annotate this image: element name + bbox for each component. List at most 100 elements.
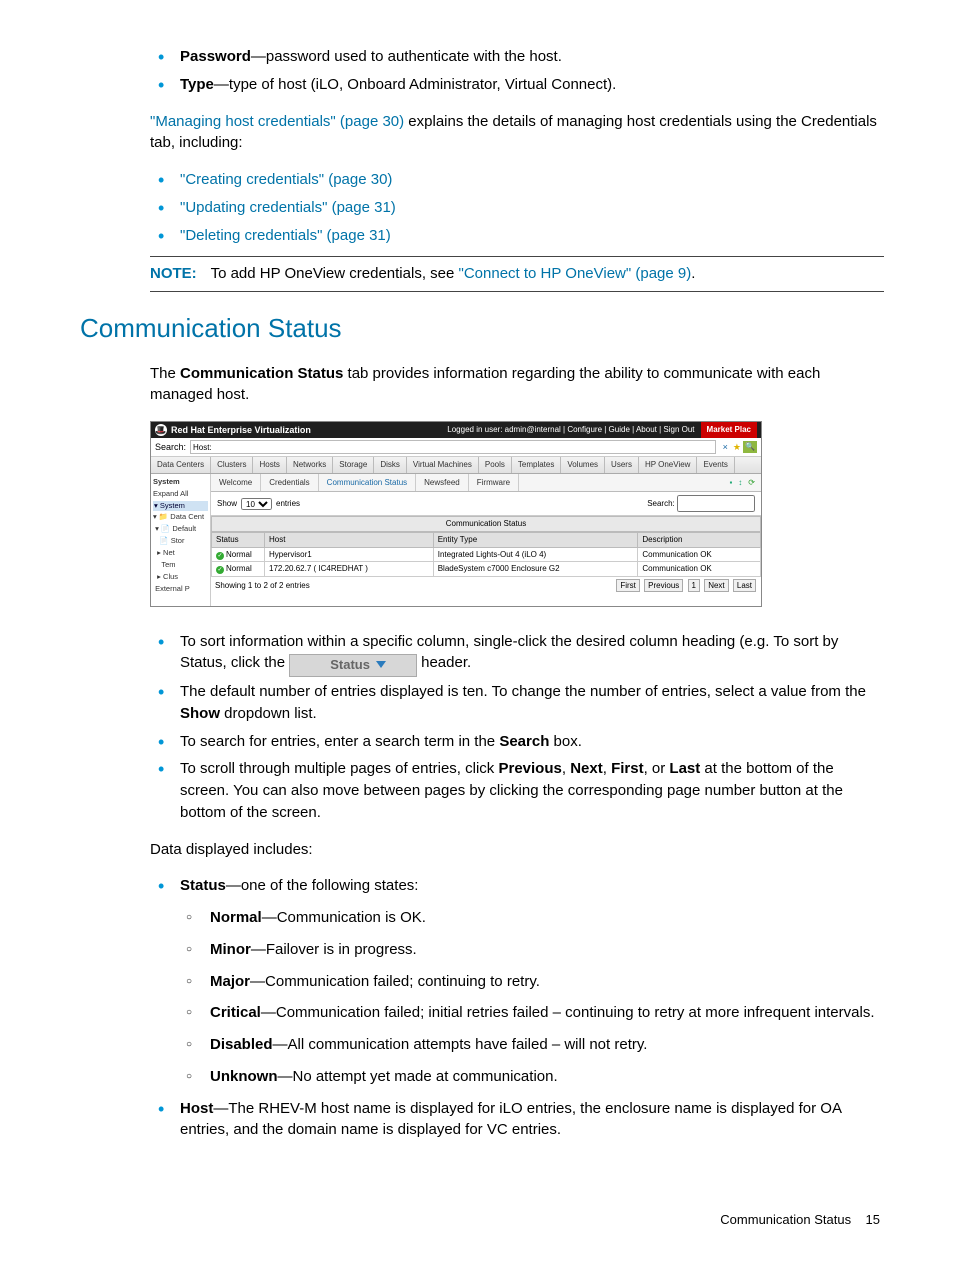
ss-title: Red Hat Enterprise Virtualization — [171, 424, 311, 437]
col-description[interactable]: Description — [638, 532, 761, 547]
deleting-credentials-link[interactable]: "Deleting credentials" (page 31) — [180, 227, 391, 244]
managing-credentials-link[interactable]: "Managing host credentials" (page 30) — [150, 113, 404, 130]
tab-virtual-machines[interactable]: Virtual Machines — [407, 457, 479, 473]
table-search-label: Search: — [647, 499, 675, 508]
page-footer: Communication Status 15 — [70, 1211, 884, 1230]
intro-bullets: Password—password used to authenticate w… — [150, 46, 884, 246]
section-para-bold: Communication Status — [180, 365, 343, 382]
subtab-welcome[interactable]: Welcome — [211, 474, 261, 492]
table-row[interactable]: ✓Normal 172.20.62.7 ( IC4REDHAT ) BladeS… — [212, 562, 761, 577]
section-heading: Communication Status — [80, 310, 884, 348]
ss-login-info[interactable]: Logged in user: admin@internal | Configu… — [447, 424, 694, 436]
usage-sort-pre: To sort information within a specific co… — [180, 633, 838, 672]
col-host[interactable]: Host — [265, 532, 434, 547]
tab-networks[interactable]: Networks — [287, 457, 333, 473]
sidebar-item[interactable]: Tem — [153, 560, 208, 571]
tab-templates[interactable]: Templates — [512, 457, 561, 473]
state-critical: Critical—Communication failed; initial r… — [210, 1002, 884, 1024]
tab-volumes[interactable]: Volumes — [561, 457, 605, 473]
sidebar-item[interactable]: External P — [153, 584, 208, 595]
table-row[interactable]: ✓Normal Hypervisor1 Integrated Lights-Ou… — [212, 547, 761, 562]
sidebar-item[interactable]: 📄 Stor — [153, 536, 208, 547]
state-unknown: Unknown—No attempt yet made at communica… — [210, 1066, 884, 1088]
subtab-comm-status[interactable]: Communication Status — [319, 474, 416, 492]
chevron-down-icon — [376, 661, 386, 668]
tab-data-centers[interactable]: Data Centers — [151, 457, 211, 473]
usage-default: The default number of entries displayed … — [180, 681, 884, 725]
updating-credentials-link[interactable]: "Updating credentials" (page 31) — [180, 199, 396, 216]
subtab-firmware[interactable]: Firmware — [469, 474, 519, 492]
usage-section: To sort information within a specific co… — [150, 631, 884, 1142]
search-go-icon[interactable]: 🔍 — [743, 441, 757, 453]
sidebar: System Expand All ▾ System ▾ 📁 Data Cent… — [151, 474, 211, 606]
pager-previous[interactable]: Previous — [644, 579, 683, 593]
sidebar-item[interactable]: ▾ 📄 Default — [153, 524, 208, 535]
tab-users[interactable]: Users — [605, 457, 639, 473]
table-footer: Showing 1 to 2 of 2 entries First Previo… — [211, 577, 761, 595]
subtab-credentials[interactable]: Credentials — [261, 474, 318, 492]
sidebar-system: System — [153, 477, 208, 488]
status-ok-icon: ✓ — [216, 566, 224, 574]
col-entity-type[interactable]: Entity Type — [433, 532, 638, 547]
data-includes-para: Data displayed includes: — [150, 839, 884, 861]
search-label: Search: — [155, 441, 186, 454]
sidebar-item[interactable]: ▾ 📁 Data Cent — [153, 512, 208, 523]
tab-pools[interactable]: Pools — [479, 457, 512, 473]
pager-first[interactable]: First — [616, 579, 640, 593]
pager-next[interactable]: Next — [704, 579, 728, 593]
tab-events[interactable]: Events — [697, 457, 734, 473]
embedded-screenshot: 🎩 Red Hat Enterprise Virtualization Logg… — [150, 421, 762, 606]
sidebar-expand-all[interactable]: Expand All — [153, 489, 208, 500]
usage-sort-post: header. — [421, 654, 471, 671]
type-text: —type of host (iLO, Onboard Administrato… — [214, 76, 616, 93]
tab-disks[interactable]: Disks — [374, 457, 407, 473]
status-header-chip: Status — [289, 654, 417, 677]
tab-hosts[interactable]: Hosts — [253, 457, 286, 473]
note-link[interactable]: "Connect to HP OneView" (page 9) — [459, 265, 692, 282]
note-box: NOTE: To add HP OneView credentials, see… — [150, 256, 884, 292]
pager-last[interactable]: Last — [733, 579, 756, 593]
main-tabs: Data Centers Clusters Hosts Networks Sto… — [151, 457, 761, 474]
password-text: —password used to authenticate with the … — [251, 48, 562, 65]
state-major: Major—Communication failed; continuing t… — [210, 971, 884, 993]
tab-storage[interactable]: Storage — [333, 457, 374, 473]
search-input[interactable] — [190, 440, 716, 454]
usage-scroll: To scroll through multiple pages of entr… — [180, 758, 884, 823]
status-bullet: Status—one of the following states: Norm… — [180, 875, 884, 1087]
type-label: Type — [180, 76, 214, 93]
status-ok-icon: ✓ — [216, 552, 224, 560]
redhat-icon: 🎩 — [155, 424, 167, 436]
sidebar-item[interactable]: ▸ Net — [153, 548, 208, 559]
star-icon[interactable]: ★ — [733, 441, 741, 454]
bullet-type: Type—type of host (iLO, Onboard Administ… — [180, 74, 884, 96]
comm-status-table: Status Host Entity Type Description ✓Nor… — [211, 532, 761, 577]
expand-icon[interactable]: ↕ — [738, 477, 742, 489]
table-controls: Show 10 entries Search: — [211, 492, 761, 516]
show-label: Show — [217, 498, 237, 510]
show-dropdown[interactable]: 10 — [241, 498, 272, 510]
ss-search-bar: Search: × ★ 🔍 — [151, 438, 761, 457]
sidebar-selected[interactable]: ▾ System — [153, 501, 208, 512]
refresh-icon[interactable]: ⟳ — [748, 477, 755, 489]
password-label: Password — [180, 48, 251, 65]
host-bullet: Host—The RHEV-M host name is displayed f… — [180, 1098, 884, 1142]
state-minor: Minor—Failover is in progress. — [210, 939, 884, 961]
usage-sort: To sort information within a specific co… — [180, 631, 884, 676]
col-status[interactable]: Status — [212, 532, 265, 547]
minimize-icon[interactable]: ▪ — [729, 477, 732, 489]
state-disabled: Disabled—All communication attempts have… — [210, 1034, 884, 1056]
market-place-button[interactable]: Market Plac — [701, 422, 757, 438]
clear-icon[interactable]: × — [723, 441, 728, 454]
section-para-pre: The — [150, 365, 180, 382]
pager: First Previous 1 Next Last — [615, 579, 757, 593]
tab-clusters[interactable]: Clusters — [211, 457, 253, 473]
pager-1[interactable]: 1 — [688, 579, 700, 593]
creating-credentials-link[interactable]: "Creating credentials" (page 30) — [180, 171, 392, 188]
subtab-newsfeed[interactable]: Newsfeed — [416, 474, 469, 492]
entries-label: entries — [276, 498, 300, 510]
footer-page-number: 15 — [866, 1212, 880, 1227]
tab-hp-oneview[interactable]: HP OneView — [639, 457, 698, 473]
state-normal: Normal—Communication is OK. — [210, 907, 884, 929]
table-search-input[interactable] — [677, 495, 755, 512]
sidebar-item[interactable]: ▸ Clus — [153, 572, 208, 583]
